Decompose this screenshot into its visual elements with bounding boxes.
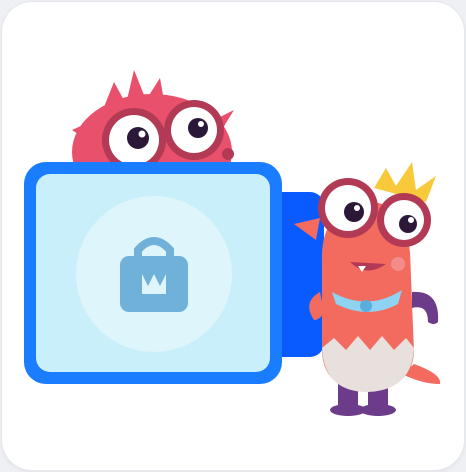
locked-illustration [24, 70, 441, 416]
locked-item-card[interactable] [2, 2, 464, 470]
locked-box [24, 162, 282, 384]
